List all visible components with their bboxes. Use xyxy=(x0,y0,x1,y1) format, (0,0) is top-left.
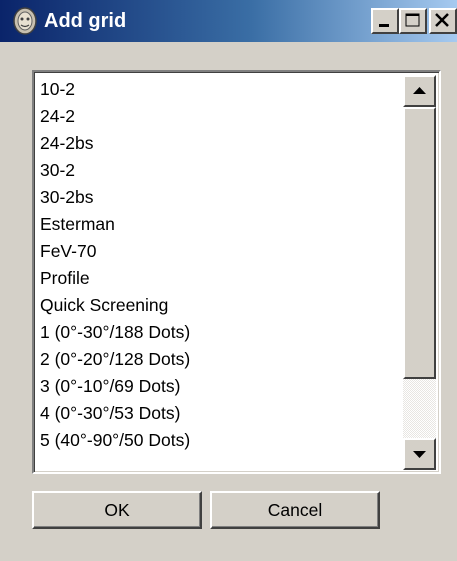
vertical-scrollbar[interactable] xyxy=(403,75,436,470)
maximize-icon xyxy=(405,13,420,27)
window-title: Add grid xyxy=(44,10,127,32)
scroll-up-button[interactable] xyxy=(403,75,436,107)
close-button[interactable] xyxy=(429,8,457,34)
list-item[interactable]: Profile xyxy=(36,265,400,292)
close-icon xyxy=(435,13,449,27)
cancel-button[interactable]: Cancel xyxy=(210,491,380,529)
title-bar[interactable]: Add grid xyxy=(0,0,457,42)
list-item[interactable]: Esterman xyxy=(36,211,400,238)
minimize-button[interactable] xyxy=(371,8,399,34)
scroll-down-button[interactable] xyxy=(403,438,436,470)
minimize-icon xyxy=(379,24,389,27)
list-item[interactable]: 2 (0°-20°/128 Dots) xyxy=(36,346,400,373)
list-item[interactable]: 10-2 xyxy=(36,76,400,103)
list-item[interactable]: Quick Screening xyxy=(36,292,400,319)
list-item[interactable]: 1 (0°-30°/188 Dots) xyxy=(36,319,400,346)
list-item[interactable]: 4 (0°-30°/53 Dots) xyxy=(36,400,400,427)
list-item[interactable]: 3 (0°-10°/69 Dots) xyxy=(36,373,400,400)
list-item[interactable]: 24-2bs xyxy=(36,130,400,157)
list-item[interactable]: 5 (40°-90°/50 Dots) xyxy=(36,427,400,454)
scrollbar-track[interactable] xyxy=(403,379,436,438)
arrow-down-icon xyxy=(413,451,426,458)
arrow-up-icon xyxy=(413,87,426,94)
app-icon xyxy=(12,7,38,35)
grid-list-items: 10-2 24-2 24-2bs 30-2 30-2bs Esterman FeV-70 Pr… xyxy=(36,76,400,454)
ok-button[interactable]: OK xyxy=(32,491,202,529)
list-item[interactable]: 30-2 xyxy=(36,157,400,184)
add-grid-dialog: Add grid 10-2 24-2 24-2bs 30-2 30-2bs Esterma… xyxy=(0,0,457,561)
list-item[interactable]: 24-2 xyxy=(36,103,400,130)
grid-listbox[interactable]: 10-2 24-2 24-2bs 30-2 30-2bs Esterman FeV-70 Pr… xyxy=(32,70,441,474)
list-item[interactable]: 30-2bs xyxy=(36,184,400,211)
scrollbar-thumb[interactable] xyxy=(403,107,436,379)
maximize-button[interactable] xyxy=(399,8,427,34)
list-item[interactable]: FeV-70 xyxy=(36,238,400,265)
